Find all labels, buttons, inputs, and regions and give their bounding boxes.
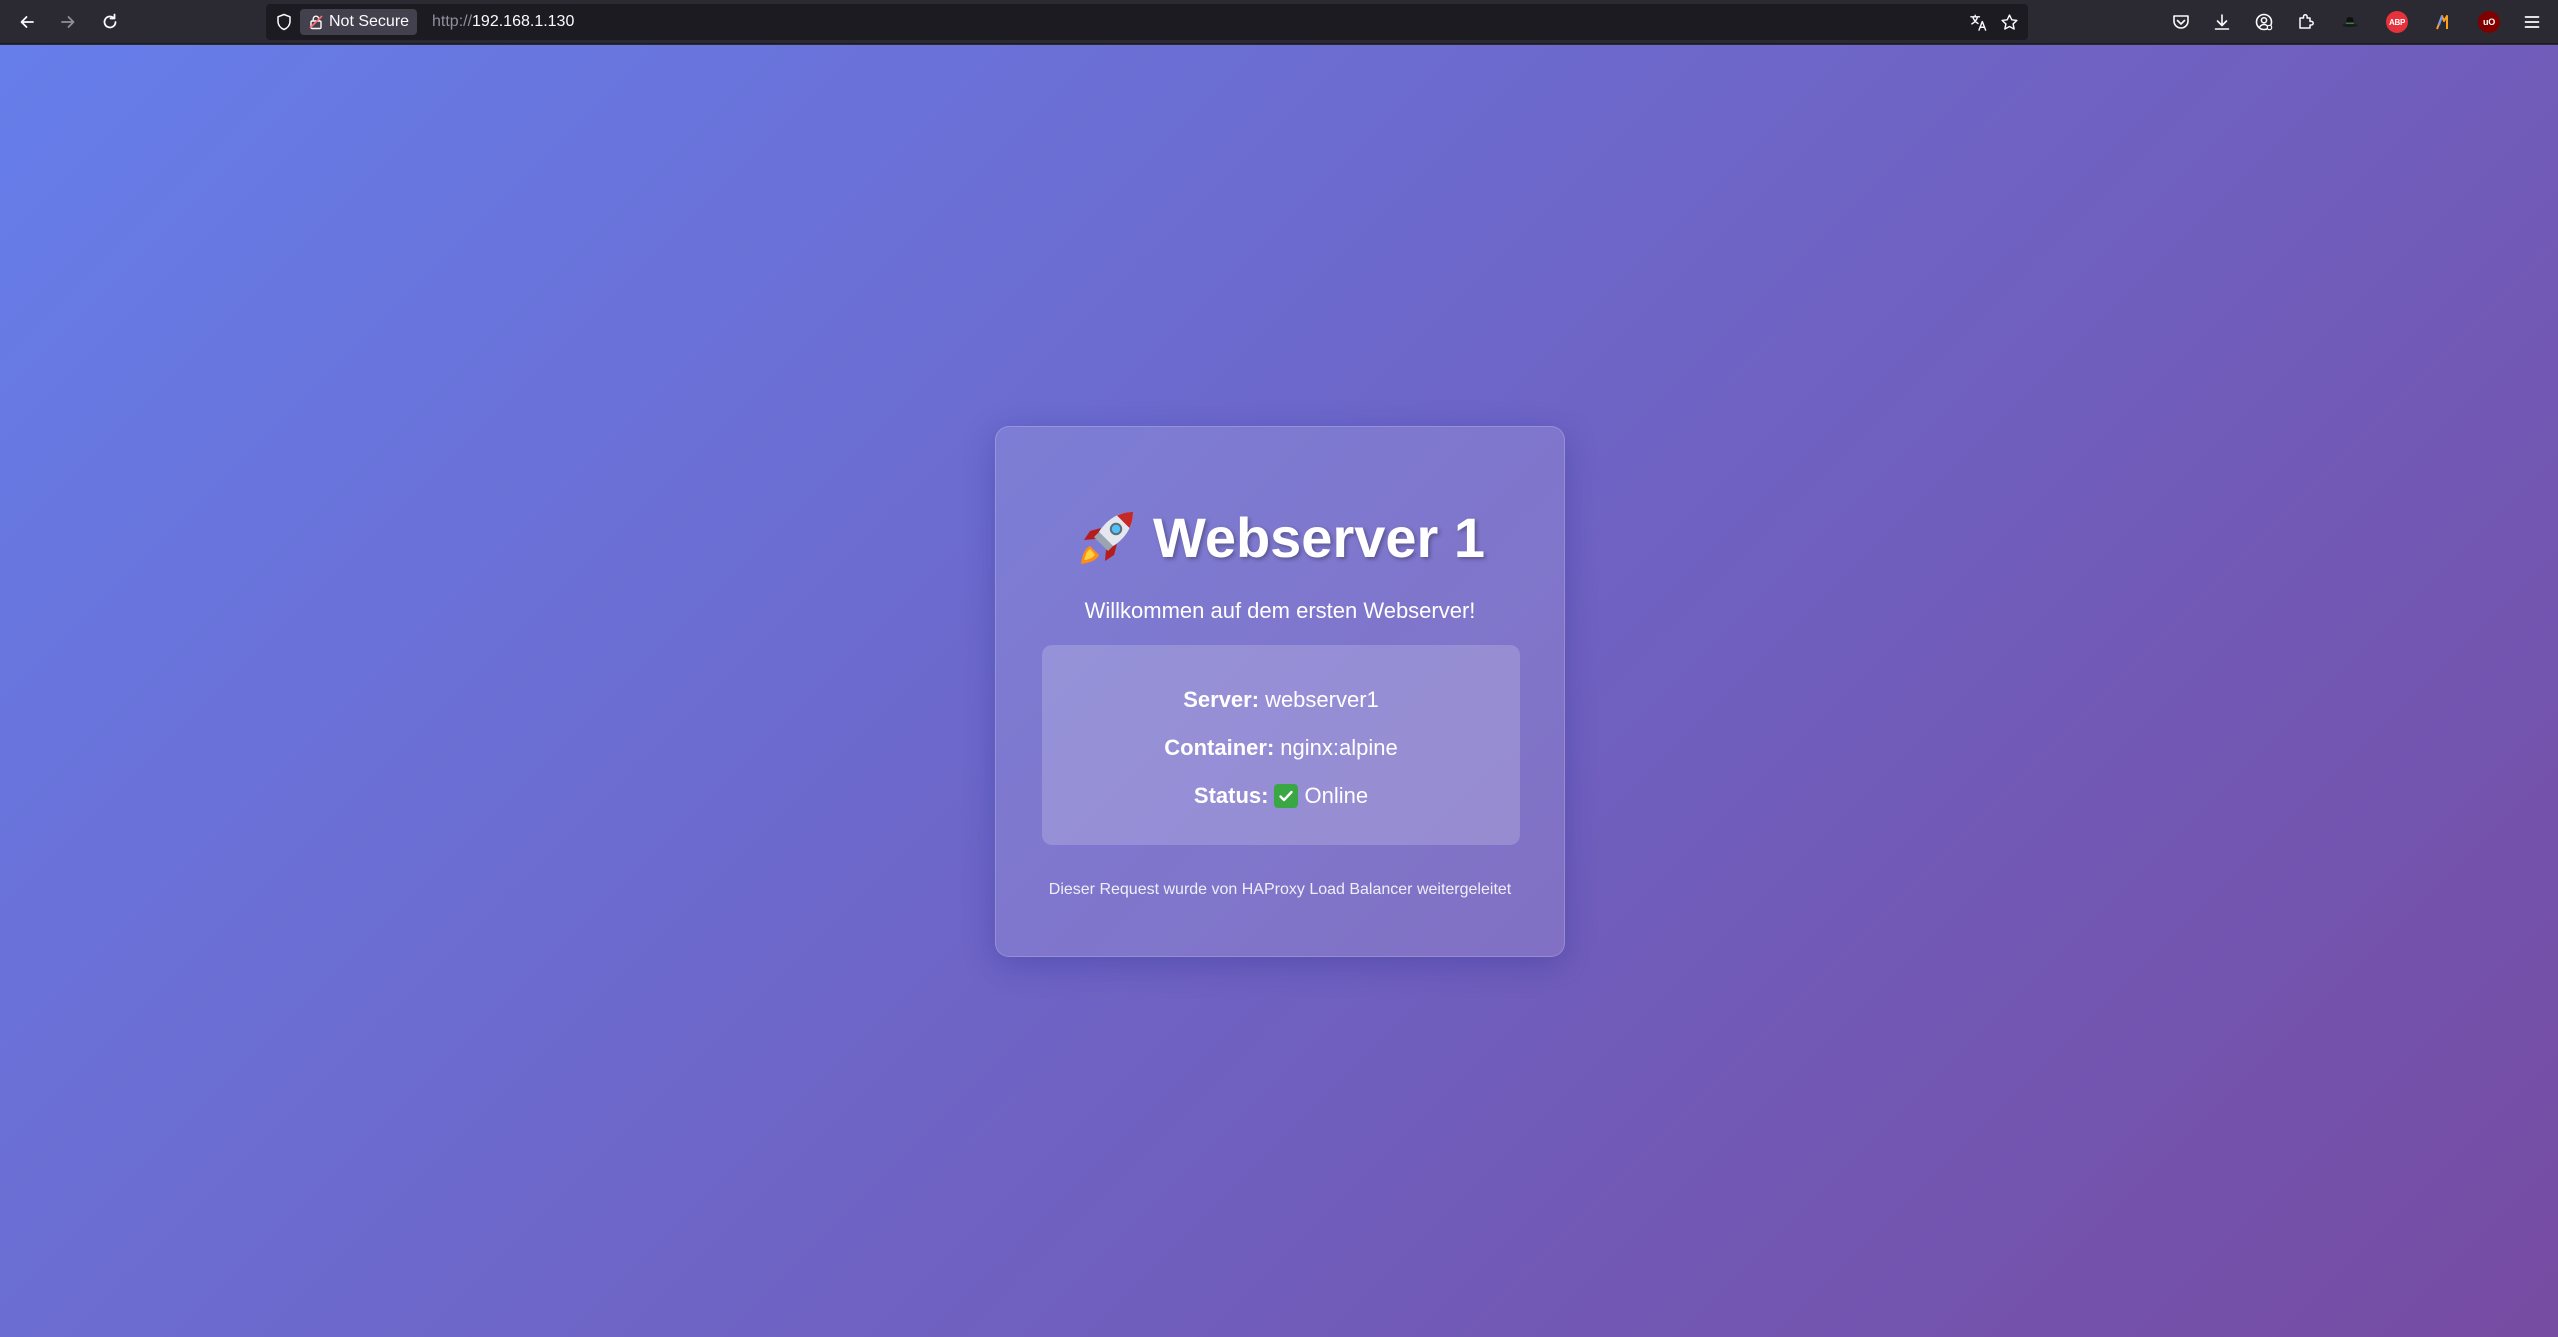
status-row: Status: Online (1042, 783, 1520, 809)
not-secure-label: Not Secure (329, 13, 410, 30)
url-text[interactable]: http://192.168.1.130 (432, 13, 574, 31)
bookmark-star-icon (2000, 13, 2018, 30)
server-info-box: Server: webserver1 Container: nginx:alpi… (1042, 645, 1520, 845)
subtitle: Willkommen auf dem ersten Webserver! (1084, 598, 1476, 623)
pocket-icon (2173, 15, 2189, 29)
server-row: Server: webserver1 (1042, 687, 1520, 713)
browser-toolbar: Not Secure http://192.168.1.130 ABP uO (0, 0, 2558, 44)
account-button[interactable] (2251, 9, 2277, 35)
extension-hat-icon (2342, 17, 2358, 27)
back-icon (20, 16, 34, 28)
bookmark-button[interactable] (1997, 10, 2021, 34)
pocket-button[interactable] (2168, 9, 2194, 35)
container-row: Container: nginx:alpine (1042, 735, 1520, 761)
page-title: Webserver 1 (996, 505, 1564, 570)
app-menu-button[interactable] (2519, 9, 2545, 35)
menu-icon (2524, 16, 2540, 28)
address-bar[interactable]: Not Secure http://192.168.1.130 (266, 4, 2028, 40)
forward-button[interactable] (52, 6, 84, 38)
rocket-icon (1080, 511, 1133, 564)
account-icon (2255, 13, 2273, 31)
extension-hat-button[interactable] (2337, 9, 2363, 35)
page-viewport: Webserver 1 Willkommen auf dem ersten We… (0, 45, 2558, 1337)
shield-icon (277, 13, 291, 31)
title-text: Webserver 1 (1152, 506, 1486, 569)
extension-flag-icon (2436, 15, 2448, 30)
server-value: webserver1 (1265, 687, 1379, 712)
reload-icon (103, 13, 117, 29)
url-protocol: http:// (432, 13, 473, 30)
downloads-button[interactable] (2209, 9, 2235, 35)
adblock-plus-button[interactable]: ABP (2384, 9, 2410, 35)
adblock-plus-icon: ABP (2386, 11, 2408, 33)
container-label: Container: (1164, 735, 1275, 760)
url-host: 192.168.1.130 (472, 13, 575, 30)
server-label: Server: (1183, 687, 1260, 712)
ublock-origin-icon: uO (2478, 11, 2500, 33)
back-button[interactable] (11, 6, 43, 38)
extensions-button[interactable] (2293, 9, 2319, 35)
container-value: nginx:alpine (1280, 735, 1398, 760)
extension-flag-button[interactable] (2430, 9, 2456, 35)
translate-icon (1969, 14, 1986, 31)
extensions-icon (2299, 13, 2314, 29)
status-value: Online (1304, 783, 1369, 808)
insecure-lock-icon (309, 15, 323, 30)
welcome-card: Webserver 1 Willkommen auf dem ersten We… (995, 426, 1565, 957)
downloads-icon (2214, 14, 2230, 30)
ublock-origin-button[interactable]: uO (2476, 9, 2502, 35)
tracking-protection-button[interactable] (272, 10, 296, 34)
not-secure-indicator[interactable]: Not Secure (300, 9, 418, 35)
check-mark-icon (1274, 784, 1299, 808)
footer-note: Dieser Request wurde von HAProxy Load Ba… (1048, 881, 1512, 898)
status-label: Status: (1193, 783, 1269, 808)
forward-icon (61, 16, 75, 28)
translate-button[interactable] (1966, 10, 1990, 34)
reload-button[interactable] (94, 6, 126, 38)
